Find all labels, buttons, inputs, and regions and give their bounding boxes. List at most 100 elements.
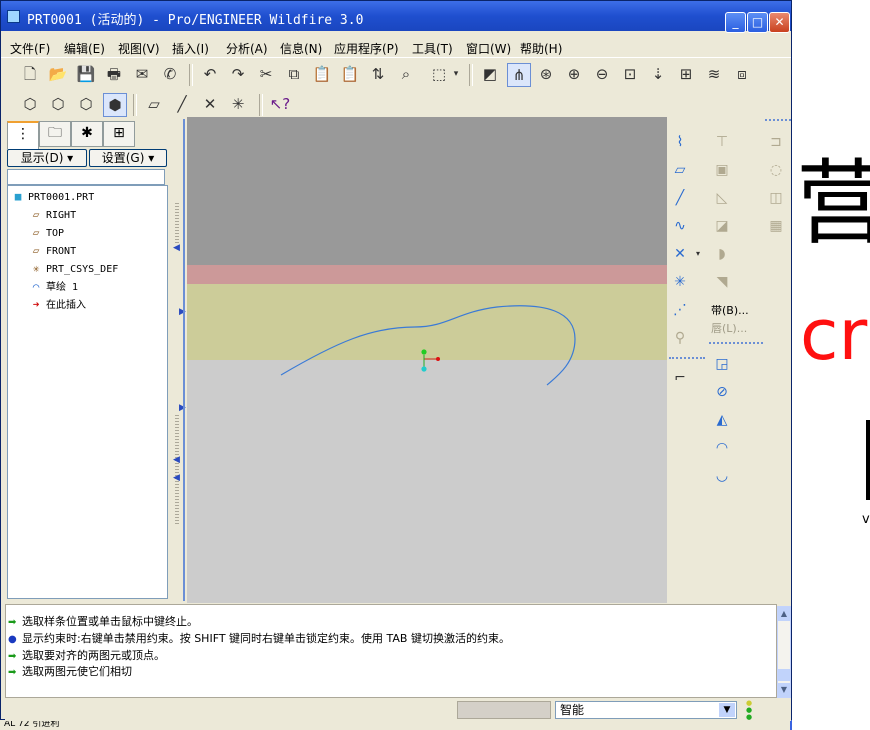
analysis-tool-icon[interactable]: ⋰ <box>669 299 691 321</box>
wireframe-icon[interactable]: ⬡ <box>19 93 41 115</box>
datum-planes-toggle-icon[interactable]: ▱ <box>143 93 165 115</box>
show-menu-button[interactable]: 显示(D) ▾ <box>7 149 87 167</box>
tab-folder-browser[interactable]: 🗀 <box>39 121 71 147</box>
graphics-area[interactable] <box>187 117 667 603</box>
csys-toggle-icon[interactable]: ✳ <box>227 93 249 115</box>
copy-icon[interactable]: ⧉ <box>283 63 305 85</box>
datum-curve-tool-icon[interactable]: ∿ <box>669 215 691 237</box>
collapse-left-icon[interactable]: ◀ <box>173 455 180 465</box>
undo-icon[interactable]: ↶ <box>199 63 221 85</box>
datum-point-tool-icon[interactable]: ✕ <box>669 243 691 265</box>
datum-axes-toggle-icon[interactable]: ╱ <box>171 93 193 115</box>
minimize-button[interactable]: _ <box>725 12 746 33</box>
menu-tools[interactable]: 工具(T) <box>412 40 453 57</box>
tree-item-insert-here[interactable]: ➜ 在此插入 <box>28 298 86 313</box>
collapse-left-icon[interactable]: ◀ <box>173 473 180 483</box>
revolve-icon[interactable]: ◌ <box>765 159 787 181</box>
refit-icon[interactable]: ⊡ <box>619 63 641 85</box>
collapse-left-icon[interactable]: ◀ <box>173 243 180 253</box>
reference-tool-icon[interactable]: ⚲ <box>669 327 691 349</box>
close-button[interactable]: ✕ <box>769 12 790 33</box>
menu-info[interactable]: 信息(N) <box>280 40 322 57</box>
zoom-in-icon[interactable]: ⊕ <box>563 63 585 85</box>
paste-special-icon[interactable]: 📋 <box>339 63 361 85</box>
shading-icon[interactable]: ⬢ <box>103 93 127 117</box>
sketch-vertices-icon[interactable]: ⋔ <box>507 63 531 87</box>
blend-icon[interactable]: ▦ <box>765 215 787 237</box>
scroll-thumb[interactable] <box>778 669 790 681</box>
hole-icon[interactable]: ⊤ <box>711 131 733 153</box>
round-icon[interactable]: ◗ <box>711 243 733 265</box>
saved-views-icon[interactable]: ⊞ <box>675 63 697 85</box>
menu-insert[interactable]: 插入(I) <box>172 40 209 57</box>
reorient-icon[interactable]: ⇣ <box>647 63 669 85</box>
tree-item-csys[interactable]: ✳ PRT_CSYS_DEF <box>28 262 119 277</box>
sketch-view-icon[interactable]: ◩ <box>479 63 501 85</box>
chevron-down-icon[interactable]: ▾ <box>693 243 703 265</box>
chevron-down-icon[interactable]: ▼ <box>719 703 735 717</box>
scroll-down-icon[interactable]: ▼ <box>778 683 790 697</box>
redo-icon[interactable]: ↷ <box>227 63 249 85</box>
save-icon[interactable]: 💾 <box>75 63 97 85</box>
tree-item-part[interactable]: ■ PRT0001.PRT <box>10 190 95 205</box>
trim-icon[interactable]: ◭ <box>711 409 733 431</box>
view-manager-icon[interactable]: ⧈ <box>731 63 753 85</box>
shell-icon[interactable]: ▣ <box>711 159 733 181</box>
insert-mode-icon[interactable]: ⌐ <box>669 367 691 389</box>
chamfer-icon[interactable]: ◥ <box>711 271 733 293</box>
new-file-icon[interactable]: 🗋 <box>19 63 41 85</box>
settings-menu-button[interactable]: 设置(G) ▾ <box>89 149 167 167</box>
layer-label[interactable]: 唇(L)... <box>711 320 747 336</box>
rib-icon[interactable]: ◺ <box>711 187 733 209</box>
tree-filter-field[interactable] <box>7 169 165 185</box>
print-icon[interactable]: 🖶 <box>103 63 125 85</box>
datum-axis-tool-icon[interactable]: ╱ <box>669 187 691 209</box>
menu-edit[interactable]: 编辑(E) <box>64 40 105 57</box>
email-icon[interactable]: ✉ <box>131 63 153 85</box>
context-help-icon[interactable]: ↖? <box>269 93 291 115</box>
selection-filter-select[interactable]: 智能 <box>555 701 737 719</box>
open-folder-icon[interactable]: 📂 <box>47 63 69 85</box>
title-bar[interactable]: PRT0001 (活动的) - Pro/ENGINEER Wildfire 3.… <box>1 1 791 33</box>
selection-box-icon[interactable]: ⬚ <box>425 63 453 85</box>
maximize-button[interactable]: □ <box>747 12 768 33</box>
zoom-out-icon[interactable]: ⊖ <box>591 63 613 85</box>
draft-icon[interactable]: ◪ <box>711 215 733 237</box>
datum-points-toggle-icon[interactable]: ✕ <box>199 93 221 115</box>
message-scrollbar[interactable]: ▲ ▼ <box>777 606 791 698</box>
menu-view[interactable]: 视图(V) <box>118 40 160 57</box>
constraints-display-icon[interactable]: ⊛ <box>535 63 557 85</box>
datum-plane-tool-icon[interactable]: ▱ <box>669 159 691 181</box>
sketch-tool-icon[interactable]: ⌇ <box>669 131 691 153</box>
merge-icon[interactable]: ⊘ <box>711 381 733 403</box>
menu-applications[interactable]: 应用程序(P) <box>334 40 399 57</box>
paste-icon[interactable]: 📋 <box>311 63 333 85</box>
mirror-icon[interactable]: ◲ <box>711 353 733 375</box>
sketch-canvas[interactable] <box>187 117 667 603</box>
chevron-down-icon[interactable]: ▾ <box>451 63 461 85</box>
tree-item-sketch[interactable]: ⌒ 草绘 1 <box>28 280 78 295</box>
tree-item-top[interactable]: ▱ TOP <box>28 226 64 241</box>
offset-icon[interactable]: ◠ <box>711 437 733 459</box>
csys-tool-icon[interactable]: ✳ <box>669 271 691 293</box>
menu-file[interactable]: 文件(F) <box>10 40 50 57</box>
layers-icon[interactable]: ≋ <box>703 63 725 85</box>
menu-help[interactable]: 帮助(H) <box>520 40 562 57</box>
cut-icon[interactable]: ✂ <box>255 63 277 85</box>
send-icon[interactable]: ✆ <box>159 63 181 85</box>
no-hidden-icon[interactable]: ⬡ <box>75 93 97 115</box>
extrude-icon[interactable]: ⊐ <box>765 131 787 153</box>
extend-icon[interactable]: ◡ <box>711 465 733 487</box>
tab-history[interactable]: ⊞ <box>103 121 135 147</box>
panel-splitter[interactable]: ◀ ▶ ▶ ◀ ◀ <box>171 119 187 601</box>
hidden-line-icon[interactable]: ⬡ <box>47 93 69 115</box>
tab-favorites[interactable]: ✱ <box>71 121 103 147</box>
menu-analysis[interactable]: 分析(A) <box>226 40 268 57</box>
tree-item-front[interactable]: ▱ FRONT <box>28 244 76 259</box>
sweep-icon[interactable]: ◫ <box>765 187 787 209</box>
tab-model-tree[interactable]: ⋮ <box>7 121 39 149</box>
tree-item-right[interactable]: ▱ RIGHT <box>28 208 76 223</box>
regenerate-icon[interactable]: ⇅ <box>367 63 389 85</box>
find-icon[interactable]: ⌕ <box>395 63 417 85</box>
scroll-up-icon[interactable]: ▲ <box>778 607 790 621</box>
